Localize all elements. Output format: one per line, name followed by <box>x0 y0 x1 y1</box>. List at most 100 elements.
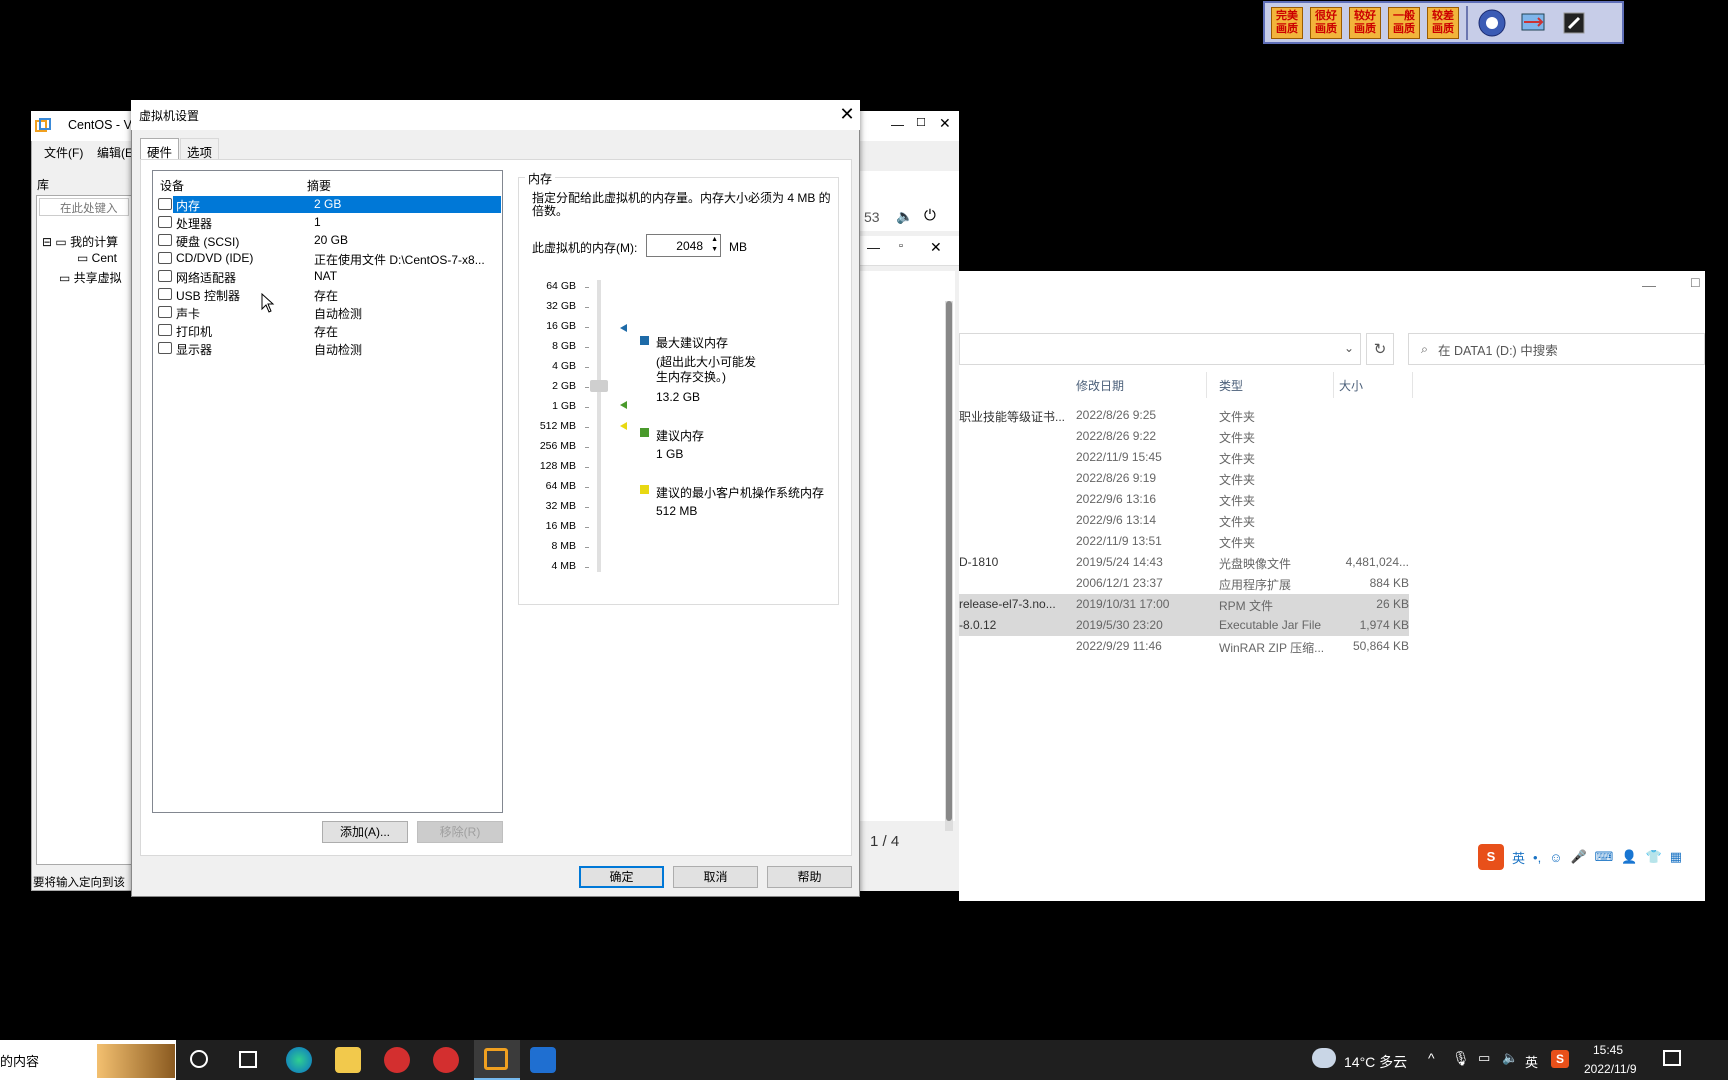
file-type: Executable Jar File <box>1219 618 1322 632</box>
column-type[interactable]: 类型 <box>1219 377 1243 395</box>
task-view-icon[interactable] <box>239 1051 257 1068</box>
device-summary: 自动检测 <box>314 343 363 357</box>
microphone-tray-icon[interactable]: 🎙 <box>1452 1050 1470 1067</box>
weather-text[interactable]: 14°C 多云 <box>1344 1052 1407 1072</box>
explorer-maximize-button[interactable]: ☐ <box>1690 276 1701 290</box>
file-row[interactable]: 2022/11/9 13:51 文件夹 <box>959 531 1409 552</box>
vm-restore-button[interactable]: ▫ <box>899 240 903 252</box>
grid-icon[interactable]: ▦ <box>1670 849 1682 865</box>
cortana-icon[interactable] <box>190 1050 208 1068</box>
quality-good-button[interactable]: 较好画质 <box>1349 6 1381 39</box>
file-row[interactable]: 2022/9/6 13:14 文件夹 <box>959 510 1409 531</box>
power-icon[interactable]: ⏻ <box>924 207 936 224</box>
quality-perfect-button[interactable]: 完美画质 <box>1271 6 1303 39</box>
memory-scale-label: 32 GB <box>546 300 576 312</box>
device-summary: 正在使用文件 D:\CentOS-7-x8... <box>314 253 485 267</box>
tree-shared[interactable]: ▭ 共享虚拟 <box>59 269 122 286</box>
tab-options[interactable]: 选项 <box>180 138 220 160</box>
file-row[interactable]: 2006/12/1 23:37 应用程序扩展 884 KB <box>959 573 1409 594</box>
minimize-button[interactable]: — <box>891 117 904 132</box>
network-icon[interactable]: ▭ <box>1478 1050 1490 1066</box>
file-row[interactable]: 2022/8/26 9:19 文件夹 <box>959 468 1409 489</box>
tree-my-computer[interactable]: ⊟ ▭ 我的计算 <box>42 233 118 250</box>
column-size[interactable]: 大小 <box>1339 377 1363 395</box>
app-blue-icon[interactable] <box>530 1047 556 1073</box>
file-row[interactable]: 2022/9/29 11:46 WinRAR ZIP 压缩... 50,864 KB <box>959 636 1409 657</box>
file-row[interactable]: -8.0.12 2019/5/30 23:20 Executable Jar Fil… <box>959 615 1409 636</box>
punctuation-icon[interactable]: •, <box>1533 850 1541 865</box>
menu-file[interactable]: 文件(F) <box>44 144 83 161</box>
app-red-icon-1[interactable] <box>384 1047 410 1073</box>
keyboard-icon[interactable]: ⌨ <box>1595 849 1614 865</box>
notification-icon[interactable] <box>1663 1050 1681 1066</box>
chevron-up-icon[interactable]: ^ <box>1428 1050 1435 1066</box>
tray-date[interactable]: 2022/11/9 <box>1584 1062 1646 1076</box>
memory-value[interactable]: 2048 <box>676 239 703 253</box>
file-row[interactable]: 2022/11/9 15:45 文件夹 <box>959 447 1409 468</box>
tray-time[interactable]: 15:45 <box>1583 1043 1633 1057</box>
ime-lang-toggle[interactable]: 英 <box>1512 848 1525 867</box>
column-summary[interactable]: 摘要 <box>307 177 331 194</box>
ime-tray-indicator[interactable]: 英 <box>1525 1052 1538 1071</box>
device-row[interactable]: CD/DVD (IDE) 正在使用文件 D:\CentOS-7-x8... <box>158 250 501 267</box>
file-row[interactable]: 2022/8/26 9:22 文件夹 <box>959 426 1409 447</box>
file-row[interactable]: 2022/9/6 13:16 文件夹 <box>959 489 1409 510</box>
column-date[interactable]: 修改日期 <box>1076 377 1124 395</box>
device-row[interactable]: 硬盘 (SCSI) 20 GB <box>158 232 501 249</box>
help-button[interactable]: 帮助 <box>767 866 852 888</box>
taskbar-vmware-active[interactable] <box>474 1040 520 1080</box>
add-device-button[interactable]: 添加(A)... <box>322 821 408 843</box>
vm-close-button[interactable]: ✕ <box>930 239 942 256</box>
edge-icon[interactable] <box>286 1047 312 1073</box>
memory-slider-track[interactable] <box>597 280 601 572</box>
maximize-button[interactable]: ☐ <box>916 116 926 129</box>
weather-cloud-icon[interactable] <box>1312 1048 1336 1068</box>
tab-hardware[interactable]: 硬件 <box>140 138 180 160</box>
app-red-icon-2[interactable] <box>433 1047 459 1073</box>
address-bar[interactable]: ⌄ <box>959 333 1361 365</box>
quality-normal-button[interactable]: 一般画质 <box>1388 6 1420 39</box>
cancel-button[interactable]: 取消 <box>673 866 758 888</box>
quality-poor-button[interactable]: 较差画质 <box>1427 6 1459 39</box>
disc-icon[interactable] <box>1475 6 1509 40</box>
file-row[interactable]: 职业技能等级证书... 2022/8/26 9:25 文件夹 <box>959 405 1409 426</box>
close-button[interactable]: ✕ <box>939 115 951 132</box>
vm-minimize-button[interactable]: — <box>867 240 880 255</box>
file-row[interactable]: D-1810 2019/5/24 14:43 光盘映像文件 4,481,024... <box>959 552 1409 573</box>
device-row[interactable]: 网络适配器 NAT <box>158 268 501 285</box>
dialog-close-button[interactable]: ✕ <box>836 103 858 125</box>
sogou-logo-icon[interactable]: S <box>1478 844 1504 870</box>
ok-button[interactable]: 确定 <box>579 866 664 888</box>
sogou-tray-icon[interactable]: S <box>1551 1050 1569 1068</box>
column-device[interactable]: 设备 <box>160 177 184 194</box>
file-explorer-icon[interactable] <box>335 1047 361 1073</box>
device-row[interactable]: 声卡 自动检测 <box>158 304 501 321</box>
refresh-button[interactable]: ↻ <box>1366 333 1394 365</box>
memory-slider-thumb[interactable] <box>590 380 608 392</box>
emoji-icon[interactable]: ☺ <box>1549 850 1562 865</box>
tree-centos[interactable]: ▭ Cent <box>77 251 117 265</box>
explorer-minimize-button[interactable]: — <box>1642 277 1656 293</box>
device-row[interactable]: 内存 2 GB <box>158 196 501 213</box>
explorer-search-input[interactable]: ⌕ 在 DATA1 (D:) 中搜索 <box>1408 333 1705 365</box>
spin-arrows-icon[interactable]: ▲ ▼ <box>711 235 718 255</box>
library-search-input[interactable]: 在此处键入 <box>39 198 129 216</box>
taskbar-search-box[interactable]: 的内容 <box>0 1040 176 1080</box>
volume-tray-icon[interactable]: 🔈 <box>1502 1050 1518 1066</box>
settings-icon[interactable] <box>1557 6 1591 40</box>
remove-device-button[interactable]: 移除(R) <box>417 821 503 843</box>
device-row[interactable]: 处理器 1 <box>158 214 501 231</box>
file-row[interactable]: release-el7-3.no... 2019/10/31 17:00 RPM 文… <box>959 594 1409 615</box>
quality-very-good-button[interactable]: 很好画质 <box>1310 6 1342 39</box>
device-row[interactable]: 打印机 存在 <box>158 322 501 339</box>
device-row[interactable]: 显示器 自动检测 <box>158 340 501 357</box>
transfer-icon[interactable] <box>1516 6 1550 40</box>
memory-spinbox[interactable]: 2048 ▲ ▼ <box>646 234 721 257</box>
skin-icon[interactable]: 👕 <box>1646 849 1662 865</box>
volume-icon[interactable]: 🔈 <box>896 208 913 225</box>
device-row[interactable]: USB 控制器 存在 <box>158 286 501 303</box>
user-icon[interactable]: 👤 <box>1621 849 1637 865</box>
menu-edit[interactable]: 编辑(E <box>97 144 133 161</box>
device-summary: 存在 <box>314 325 339 339</box>
microphone-icon[interactable]: 🎤 <box>1570 849 1586 865</box>
